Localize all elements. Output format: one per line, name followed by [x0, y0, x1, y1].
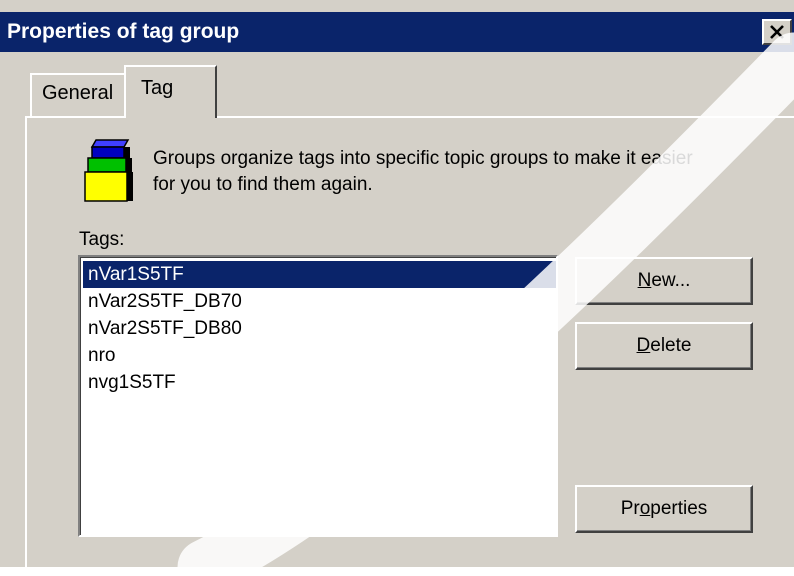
tab-general[interactable]: General: [30, 73, 126, 117]
tag-list-item[interactable]: nVar2S5TF_DB80: [83, 315, 556, 342]
new-button-label-post: ew...: [651, 270, 691, 291]
tag-list-item[interactable]: nVar1S5TF: [83, 261, 556, 288]
tab-tag-label: Tag: [141, 77, 174, 99]
tags-listbox[interactable]: nVar1S5TF nVar2S5TF_DB70 nVar2S5TF_DB80 …: [78, 255, 558, 537]
new-button[interactable]: New...: [575, 257, 753, 305]
new-button-accesskey: N: [637, 270, 652, 291]
title-bar[interactable]: Properties of tag group: [0, 12, 794, 52]
properties-button-label-pre: Pr: [620, 498, 640, 519]
tab-general-label: General: [42, 82, 114, 104]
properties-button[interactable]: Properties: [575, 485, 753, 533]
tag-list-item[interactable]: nVar2S5TF_DB70: [83, 288, 556, 315]
tag-list-item[interactable]: nvg1S5TF: [83, 369, 556, 396]
tab-tag[interactable]: Tag: [124, 65, 217, 118]
close-icon: [770, 25, 784, 39]
tags-label: Tags:: [79, 229, 125, 250]
properties-button-accesskey: o: [639, 498, 651, 519]
close-button[interactable]: [762, 19, 792, 45]
info-line-2: for you to find them again.: [153, 174, 373, 195]
delete-button-accesskey: D: [636, 335, 651, 356]
info-text: Groups organize tags into specific topic…: [153, 146, 783, 198]
delete-button[interactable]: Delete: [575, 322, 753, 370]
dialog-title: Properties of tag group: [7, 20, 240, 43]
info-line-1: Groups organize tags into specific topic…: [153, 148, 693, 169]
tag-group-stack-icon: [84, 139, 133, 202]
delete-button-label-post: elete: [650, 335, 692, 356]
properties-button-label-post: perties: [650, 498, 708, 519]
properties-dialog: Properties of tag group General Tag Grou…: [0, 0, 794, 576]
tag-list-item[interactable]: nro: [83, 342, 556, 369]
